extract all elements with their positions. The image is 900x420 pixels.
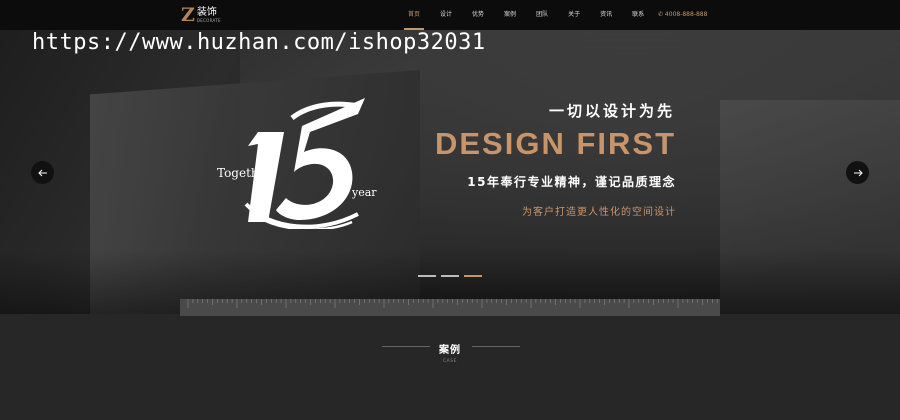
hero-headline: DESIGN FIRST <box>434 126 676 161</box>
nav-item-about[interactable]: 关于 <box>558 0 590 30</box>
watermark-url: https://www.huzhan.com/ishop32031 <box>32 30 486 55</box>
section-subtitle: CASE <box>443 359 457 364</box>
ruler-decoration <box>180 299 720 316</box>
slide-dot[interactable] <box>441 275 459 277</box>
year-label: year <box>352 186 377 199</box>
nav-item-news[interactable]: 资讯 <box>590 0 622 30</box>
slide-dot-active[interactable] <box>464 275 482 277</box>
logo-tagline: DECORATE <box>196 18 221 23</box>
slide-indicators <box>418 275 482 277</box>
hero-caption: 为客户打造更人性化的空间设计 <box>522 207 676 218</box>
ruler-ticks <box>187 299 718 308</box>
site-logo[interactable]: Z 装饰 DECORATE <box>181 5 221 25</box>
together-label: Together <box>217 166 272 180</box>
nav-item-design[interactable]: 设计 <box>430 0 462 30</box>
main-nav: 首页 设计 优势 案例 团队 关于 资讯 联系 <box>398 0 654 30</box>
logo-name: 装饰 <box>196 7 217 18</box>
hero-banner: Together year 一切以设计为先 DESIGN FIRST 15年奉行… <box>0 30 900 314</box>
top-nav: Z 装饰 DECORATE 首页 设计 优势 案例 团队 关于 资讯 联系 ✆ … <box>0 0 900 30</box>
next-slide-button[interactable] <box>846 161 869 184</box>
hero-slogan: 一切以设计为先 <box>548 102 675 120</box>
nav-item-team[interactable]: 团队 <box>526 0 558 30</box>
section-title: 案例 <box>439 345 461 356</box>
arrow-right-icon <box>853 169 863 176</box>
phone-number: ✆ 4008-888-888 <box>658 11 708 18</box>
slide-dot[interactable] <box>418 275 436 277</box>
title-divider <box>472 346 520 347</box>
page: Z 装饰 DECORATE 首页 设计 优势 案例 团队 关于 资讯 联系 ✆ … <box>0 0 900 420</box>
hero-subheadline: 15年奉行专业精神，谨记品质理念 <box>467 175 676 189</box>
nav-item-home[interactable]: 首页 <box>398 0 430 30</box>
nav-item-advantage[interactable]: 优势 <box>462 0 494 30</box>
prev-slide-button[interactable] <box>31 161 54 184</box>
logo-mark: Z <box>181 4 195 26</box>
nav-item-contact[interactable]: 联系 <box>622 0 654 30</box>
nav-item-cases[interactable]: 案例 <box>494 0 526 30</box>
arrow-left-icon <box>37 169 47 176</box>
anniversary-15-emblem <box>244 98 365 229</box>
cases-section: 案例 CASE <box>0 314 900 420</box>
